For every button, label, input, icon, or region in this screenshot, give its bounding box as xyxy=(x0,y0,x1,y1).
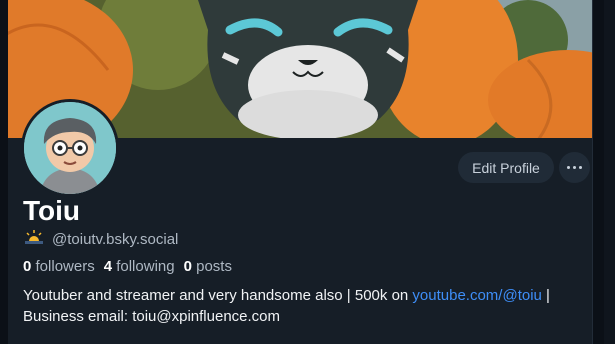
scrollbar-track[interactable] xyxy=(592,0,604,344)
profile-card: Edit Profile Toiu @toiutv.bsky.social 0 … xyxy=(8,0,604,344)
posts-label: posts xyxy=(196,258,232,275)
posts-stat: 0 posts xyxy=(184,258,232,275)
left-edge xyxy=(0,0,8,344)
following-stat[interactable]: 4 following xyxy=(104,258,175,275)
ellipsis-icon xyxy=(567,166,582,169)
followers-count: 0 xyxy=(23,258,32,275)
handle-row: @toiutv.bsky.social xyxy=(25,230,178,248)
bio-email: Business email: toiu@xpinfluence.com xyxy=(23,308,281,325)
more-options-button[interactable] xyxy=(559,152,590,183)
following-count: 4 xyxy=(103,258,113,275)
profile-bio: Youtuber and streamer and very handsome … xyxy=(23,285,603,327)
display-name: Toiu xyxy=(23,195,81,226)
followers-label: followers xyxy=(35,258,95,275)
bio-text: Youtuber and streamer and very handsome … xyxy=(23,287,413,304)
handle[interactable]: @toiutv.bsky.social xyxy=(52,231,178,248)
bio-text-end: | xyxy=(541,287,550,304)
posts-count: 0 xyxy=(183,258,192,275)
edit-profile-button[interactable]: Edit Profile xyxy=(458,152,554,183)
profile-stats: 0 followers 4 following 0 posts xyxy=(23,258,232,275)
sunrise-emoji-icon xyxy=(25,230,43,248)
following-label: following xyxy=(116,258,175,275)
followers-stat[interactable]: 0 followers xyxy=(23,258,95,275)
avatar[interactable] xyxy=(21,99,119,197)
bio-link[interactable]: youtube.com/@toiu xyxy=(412,287,541,304)
